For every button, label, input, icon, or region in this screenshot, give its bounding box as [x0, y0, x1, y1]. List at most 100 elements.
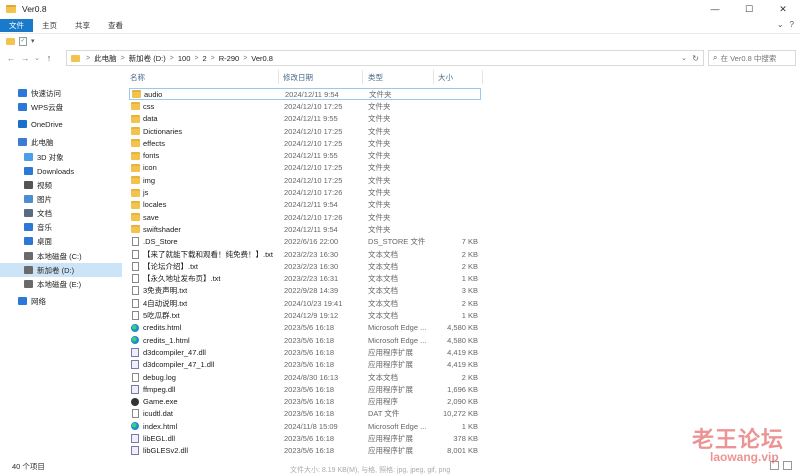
nav-item[interactable]: 快速访问: [0, 86, 122, 100]
tab-view[interactable]: 查看: [99, 19, 132, 32]
minimize-button[interactable]: —: [698, 0, 732, 18]
ribbon-tabs: 文件 主页 共享 查看 ⌄ ?: [0, 18, 800, 32]
file-row[interactable]: 【永久地址发布页】.txt 2023/2/23 16:31 文本文档 1 KB: [129, 273, 481, 285]
column-divider[interactable]: [278, 70, 279, 84]
file-row[interactable]: credits_1.html 2023/5/6 16:18 Microsoft Ed…: [129, 334, 481, 346]
file-size: 1 KB: [461, 274, 478, 284]
customize-toolbar-button[interactable]: ▾: [31, 37, 35, 45]
file-row[interactable]: index.html 2024/11/8 15:09 Microsoft Edge …: [129, 420, 481, 432]
column-divider[interactable]: [433, 70, 434, 84]
maximize-button[interactable]: ☐: [732, 0, 766, 18]
file-row[interactable]: audio 2024/12/11 9:54 文件夹: [129, 88, 481, 101]
nav-item[interactable]: 视频: [0, 178, 122, 192]
nav-item[interactable]: 音乐: [0, 220, 122, 234]
forward-button[interactable]: →: [18, 53, 32, 63]
file-row[interactable]: .DS_Store 2022/6/16 22:00 DS_STORE 文件 7 KB: [129, 236, 481, 248]
file-row[interactable]: save 2024/12/10 17:26 文件夹: [129, 211, 481, 223]
close-button[interactable]: ✕: [766, 0, 800, 18]
file-row[interactable]: img 2024/12/10 17:25 文件夹: [129, 174, 481, 186]
nav-item[interactable]: 图片: [0, 192, 122, 206]
breadcrumb-ver08[interactable]: Ver0.8: [251, 54, 273, 63]
file-row[interactable]: 【论坛介绍】.txt 2023/2/23 16:30 文本文档 2 KB: [129, 260, 481, 272]
nav-item[interactable]: 本地磁盘 (E:): [0, 277, 122, 291]
file-row[interactable]: Dictionaries 2024/12/10 17:25 文件夹: [129, 125, 481, 137]
file-row[interactable]: d3dcompiler_47.dll 2023/5/6 16:18 应用程序扩展 4,…: [129, 346, 481, 358]
file-row[interactable]: effects 2024/12/10 17:25 文件夹: [129, 137, 481, 149]
file-type: 文件夹: [368, 138, 391, 148]
file-name: Dictionaries: [143, 126, 183, 136]
file-type: Microsoft Edge ...: [368, 323, 427, 333]
file-date: 2022/6/16 22:00: [284, 237, 339, 247]
file-row[interactable]: 【来了就能下载和观看！纯免费！】.txt 2023/2/23 16:30 文本文档 2…: [129, 248, 481, 260]
file-row[interactable]: 3免责声明.txt 2022/9/28 14:39 文本文档 3 KB: [129, 285, 481, 297]
file-row[interactable]: d3dcompiler_47_1.dll 2023/5/6 16:18 应用程序扩展…: [129, 359, 481, 371]
file-row[interactable]: libGLESv2.dll 2023/5/6 16:18 应用程序扩展 8,001 K…: [129, 445, 481, 457]
edge-html-icon: [131, 422, 139, 431]
address-dropdown-button[interactable]: ⌄: [681, 54, 687, 62]
breadcrumb-this-pc[interactable]: 此电脑: [94, 53, 117, 64]
file-row[interactable]: swiftshader 2024/12/11 9:54 文件夹: [129, 223, 481, 235]
file-type: Microsoft Edge ...: [368, 421, 427, 431]
quick-access-toolbar: ✓ ▾: [0, 33, 800, 48]
network-icon: [18, 297, 27, 305]
tab-home[interactable]: 主页: [33, 19, 66, 32]
file-row[interactable]: 5吃瓜群.txt 2024/12/9 19:12 文本文档 1 KB: [129, 309, 481, 321]
folder-icon: [131, 163, 140, 172]
up-button[interactable]: ↑: [42, 53, 56, 63]
file-row[interactable]: icon 2024/12/10 17:25 文件夹: [129, 162, 481, 174]
file-size: 4,419 KB: [447, 347, 478, 357]
file-type: 应用程序: [368, 397, 398, 407]
nav-item-label: 3D 对象: [37, 152, 64, 162]
nav-item[interactable]: 本地磁盘 (C:): [0, 249, 122, 263]
file-icon: [132, 286, 139, 296]
column-header-size[interactable]: 大小: [438, 72, 453, 83]
file-row[interactable]: 4自动说明.txt 2024/10/23 19:41 文本文档 2 KB: [129, 297, 481, 309]
breadcrumb-100[interactable]: 100: [178, 54, 191, 63]
recent-locations-button[interactable]: ⌄: [32, 54, 42, 62]
back-button[interactable]: ←: [4, 53, 18, 63]
file-row[interactable]: ffmpeg.dll 2023/5/6 16:18 应用程序扩展 1,696 KB: [129, 383, 481, 395]
column-header-date[interactable]: 修改日期: [283, 72, 313, 83]
file-row[interactable]: Game.exe 2023/5/6 16:18 应用程序 2,090 KB: [129, 396, 481, 408]
breadcrumb-r290[interactable]: R-290: [219, 54, 239, 63]
refresh-button[interactable]: ↻: [692, 54, 699, 63]
address-bar[interactable]: > 此电脑 > 新加卷 (D:) > 100 > 2 > R-290 > Ver…: [66, 50, 704, 66]
file-row[interactable]: locales 2024/12/11 9:54 文件夹: [129, 199, 481, 211]
file-row[interactable]: credits.html 2023/5/6 16:18 Microsoft Edge…: [129, 322, 481, 334]
folder-icon[interactable]: [6, 37, 15, 45]
file-row[interactable]: debug.log 2024/8/30 16:13 文本文档 2 KB: [129, 371, 481, 383]
file-type: 文本文档: [368, 249, 398, 259]
file-row[interactable]: css 2024/12/10 17:25 文件夹: [129, 100, 481, 112]
file-row[interactable]: libEGL.dll 2023/5/6 16:18 应用程序扩展 378 KB: [129, 432, 481, 444]
column-header-name[interactable]: 名称: [130, 72, 145, 83]
nav-item[interactable]: 新加卷 (D:): [0, 263, 122, 277]
file-size: 4,580 KB: [447, 323, 478, 333]
column-header-type[interactable]: 类型: [368, 72, 383, 83]
tab-share[interactable]: 共享: [66, 19, 99, 32]
search-icon: ⌕: [713, 53, 718, 62]
nav-item[interactable]: 网络: [0, 294, 122, 308]
help-icon[interactable]: ?: [790, 20, 794, 29]
search-box[interactable]: ⌕ 在 Ver0.8 中搜索: [708, 50, 796, 66]
nav-item[interactable]: 桌面: [0, 234, 122, 248]
nav-item[interactable]: OneDrive: [0, 117, 122, 131]
breadcrumb-2[interactable]: 2: [202, 54, 206, 63]
file-row[interactable]: js 2024/12/10 17:26 文件夹: [129, 186, 481, 198]
nav-item[interactable]: Downloads: [0, 164, 122, 178]
nav-item[interactable]: WPS云盘: [0, 100, 122, 114]
column-divider[interactable]: [362, 70, 363, 84]
document-icon: [24, 209, 33, 217]
file-row[interactable]: fonts 2024/12/11 9:55 文件夹: [129, 150, 481, 162]
nav-item[interactable]: 3D 对象: [0, 150, 122, 164]
expand-ribbon-icon[interactable]: ⌄: [777, 20, 784, 29]
file-row[interactable]: data 2024/12/11 9:55 文件夹: [129, 113, 481, 125]
nav-item[interactable]: 文档: [0, 206, 122, 220]
properties-icon[interactable]: ✓: [19, 36, 27, 46]
tab-file[interactable]: 文件: [0, 19, 33, 32]
nav-item[interactable]: 此电脑: [0, 135, 122, 149]
breadcrumb-drive-d[interactable]: 新加卷 (D:): [129, 53, 166, 64]
column-divider[interactable]: [482, 70, 483, 84]
cloud-icon: [18, 103, 27, 111]
file-row[interactable]: icudtl.dat 2023/5/6 16:18 DAT 文件 10,272 KB: [129, 408, 481, 420]
folder-icon: [131, 127, 140, 136]
